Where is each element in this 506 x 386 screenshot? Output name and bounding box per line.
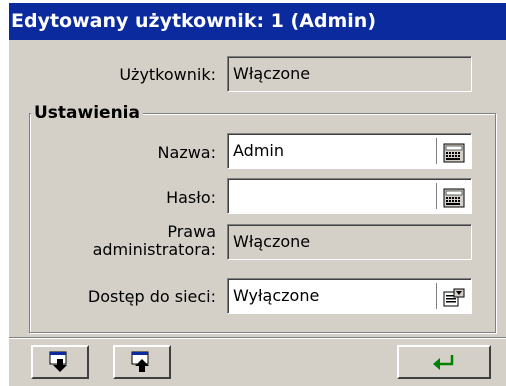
title-bar: Edytowany użytkownik: 1 (Admin) [9,3,506,40]
settings-group-title: Ustawienia [31,102,143,124]
admin-rights-value: Włączone [233,232,311,251]
admin-rights-label: Prawa administratora: [93,223,216,259]
admin-rights-label-line1: Prawa [167,222,216,241]
network-access-value: Wyłączone [233,286,320,305]
user-status-field: Włączone [227,56,472,92]
field-separator [436,138,437,164]
admin-rights-label-line2: administratora: [92,240,216,259]
bottom-separator [9,337,506,339]
network-access-label: Dostęp do sieci: [87,287,216,306]
keyboard-icon[interactable] [443,141,465,163]
field-separator [436,183,437,209]
move-down-button[interactable] [31,345,89,379]
dialog-window: Edytowany użytkownik: 1 (Admin) Użytkown… [8,2,506,386]
enter-button[interactable] [397,345,491,379]
password-field[interactable] [227,178,472,214]
window-title: Edytowany użytkownik: 1 (Admin) [11,10,377,32]
name-field[interactable]: Admin [227,133,472,169]
keyboard-icon[interactable] [443,186,465,208]
network-access-field[interactable]: Wyłączone [227,278,472,314]
user-label: Użytkownik: [119,65,216,84]
field-separator [436,283,437,309]
admin-rights-field: Włączone [227,224,472,260]
user-status-value: Włączone [233,64,311,83]
password-label: Hasło: [166,188,216,207]
name-value: Admin [233,141,284,160]
name-label: Nazwa: [157,143,216,162]
dropdown-list-icon[interactable] [443,286,465,307]
move-up-button[interactable] [113,345,171,379]
